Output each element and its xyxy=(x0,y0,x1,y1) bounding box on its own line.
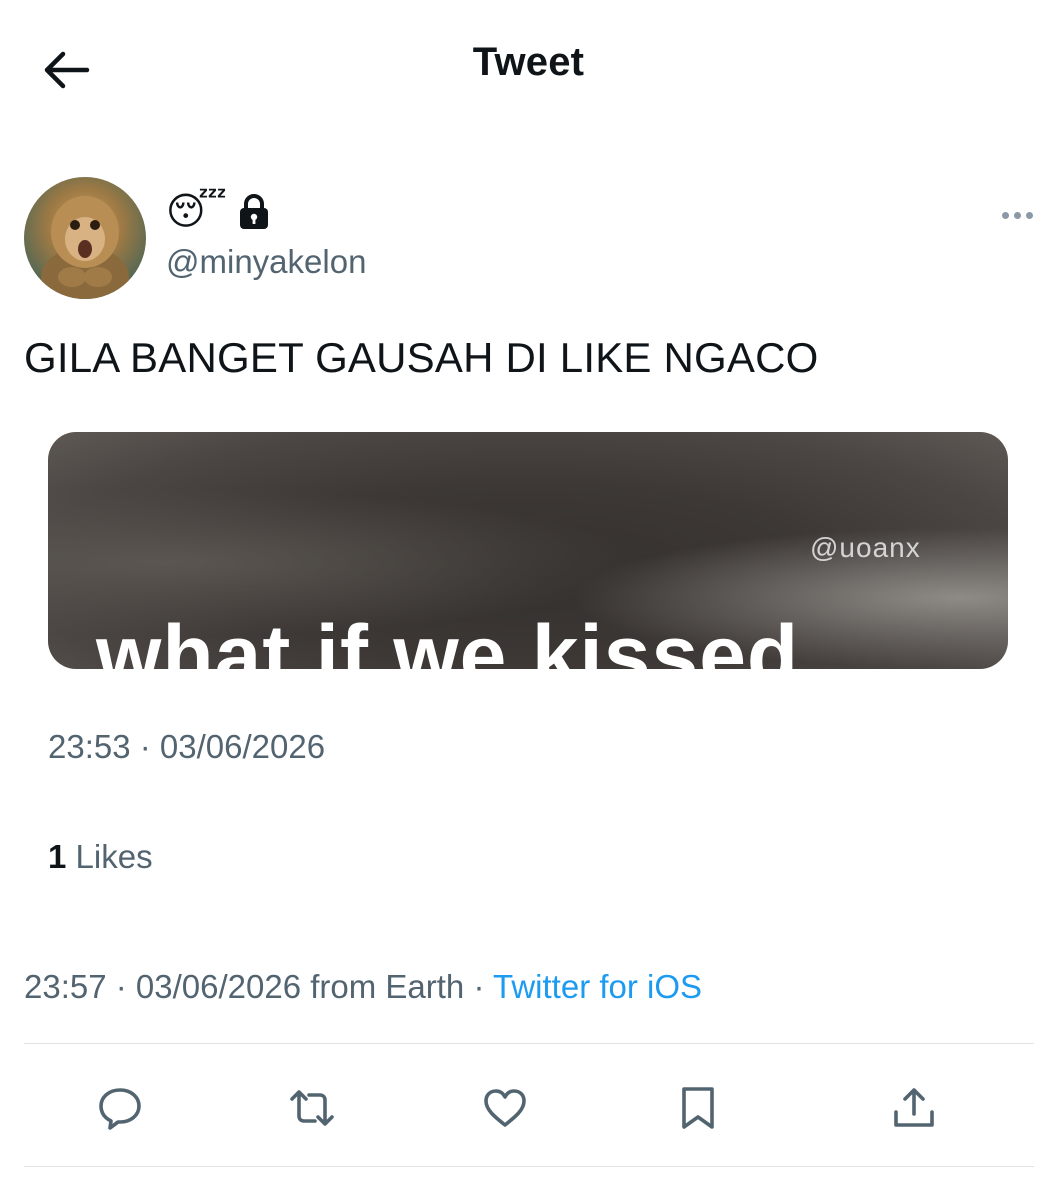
tweet-timestamp: 23:57 · 03/06/2026 from Earth · xyxy=(24,968,494,1005)
retweet-button[interactable] xyxy=(274,1070,350,1146)
media-timestamp: 23:53 · 03/06/2026 xyxy=(48,728,326,765)
author-name-row[interactable]: 😴 xyxy=(166,190,271,234)
reply-button[interactable] xyxy=(82,1070,158,1146)
action-bar xyxy=(24,1070,1034,1146)
divider xyxy=(24,1166,1034,1167)
media-watermark: @uoanx xyxy=(810,532,921,563)
bookmark-icon xyxy=(682,1087,714,1129)
tweet-text: GILA BANGET GAUSAH DI LIKE NGACO xyxy=(24,334,819,381)
lock-icon xyxy=(239,194,268,229)
likes-stat[interactable]: 1 Likes xyxy=(48,838,153,876)
media-caption: what if we kissed xyxy=(96,608,800,669)
like-button[interactable] xyxy=(467,1070,543,1146)
likes-count: 1 xyxy=(48,838,67,875)
retweet-icon xyxy=(290,1090,334,1126)
more-dot-icon xyxy=(1001,211,1009,219)
monkey-avatar-image xyxy=(41,196,129,299)
tweet-media[interactable]: @uoanx what if we kissed xyxy=(48,432,1008,669)
bookmark-button[interactable] xyxy=(660,1070,736,1146)
tweet-source-link[interactable]: Twitter for iOS xyxy=(493,968,702,1005)
sleeping-emoji: 😴 xyxy=(166,191,227,233)
share-icon xyxy=(894,1088,934,1127)
likes-label: Likes xyxy=(75,838,153,875)
more-dot-icon xyxy=(1025,211,1033,219)
reply-icon xyxy=(99,1088,141,1130)
share-button[interactable] xyxy=(876,1070,952,1146)
avatar[interactable] xyxy=(24,177,146,299)
author-handle[interactable]: @minyakelon xyxy=(166,243,366,281)
tweet-meta: 23:57 · 03/06/2026 from Earth · Twitter … xyxy=(24,968,702,1006)
more-options-button[interactable] xyxy=(993,200,1041,230)
page-title: Tweet xyxy=(472,40,585,84)
like-icon xyxy=(484,1089,526,1127)
divider xyxy=(24,1043,1034,1044)
more-dot-icon xyxy=(1013,211,1021,219)
